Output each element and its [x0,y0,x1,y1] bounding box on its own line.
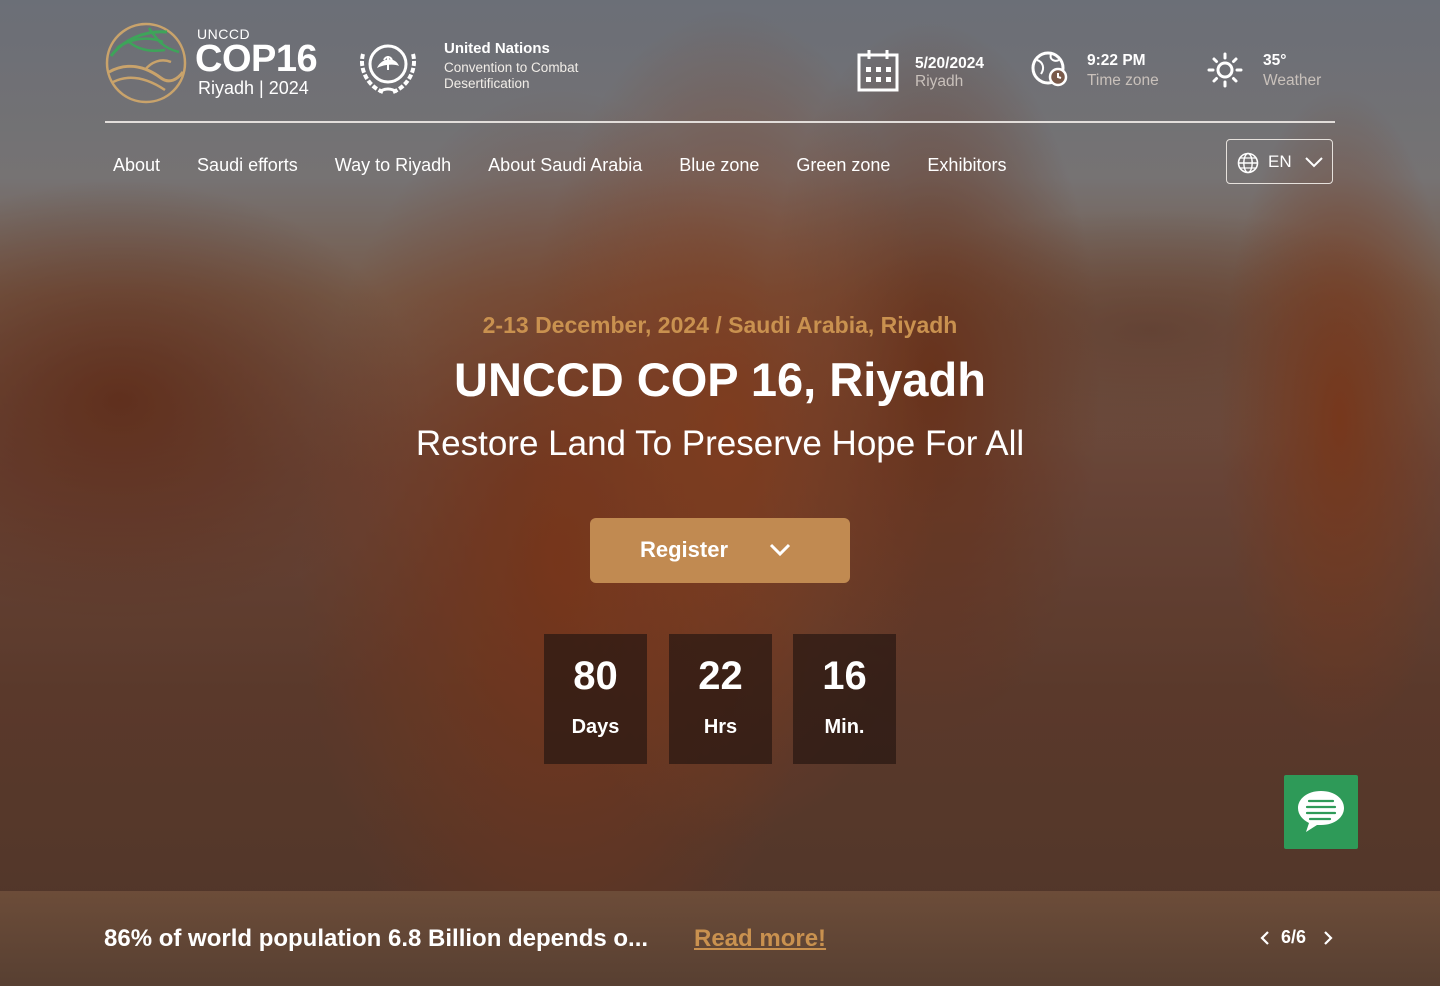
chevron-down-icon [1305,157,1323,168]
countdown-minutes-unit: Min. [824,716,865,738]
un-logo-title: United Nations [444,40,550,57]
un-logo-line2: Desertification [444,76,530,91]
date-location: Riyadh [915,73,964,90]
background-overlay [0,0,1440,986]
cop-logo-name: COP16 [195,38,318,80]
un-logo-line1: Convention to Combat [444,60,579,75]
read-more-link[interactable]: Read more! [694,925,826,953]
countdown-hours-value: 22 [698,654,743,698]
ticker-text: 86% of world population 6.8 Billion depe… [104,925,649,952]
calendar-icon [857,50,899,92]
countdown-hours: 22 Hrs [669,634,772,764]
nav-item-about-saudi-arabia[interactable]: About Saudi Arabia [488,155,642,176]
hero-subtitle: Restore Land To Preserve Hope For All [415,424,1025,463]
language-selector[interactable]: EN [1226,139,1333,184]
cop-logo-city-year: Riyadh | 2024 [198,78,309,98]
countdown-minutes: 16 Min. [793,634,896,764]
countdown-days-unit: Days [571,716,620,738]
nav-item-exhibitors[interactable]: Exhibitors [927,155,1006,176]
un-emblem-icon [360,44,416,94]
clock-globe-icon [1031,51,1068,87]
time-zone-label: Time zone [1087,72,1159,89]
date-value: 5/20/2024 [915,55,984,72]
chat-bubble-icon [1298,791,1344,832]
weather-label: Weather [1263,72,1322,89]
sun-icon [1207,52,1243,88]
countdown-days: 80 Days [544,634,647,764]
chevron-right-icon[interactable] [1322,930,1334,946]
nav-item-way-to-riyadh[interactable]: Way to Riyadh [335,155,451,176]
cop16-emblem-icon [105,22,187,104]
chevron-down-icon [769,543,791,557]
event-date-location: 2-13 December, 2024 / Saudi Arabia, Riya… [482,312,958,338]
cop16-logo[interactable]: UNCCD COP16 Riyadh | 2024 [105,22,325,106]
time-value: 9:22 PM [1087,52,1146,69]
nav-item-saudi-efforts[interactable]: Saudi efforts [197,155,298,176]
main-nav: About Saudi efforts Way to Riyadh About … [113,155,1043,176]
ticker-pager: 6/6 [1281,927,1307,947]
nav-item-about[interactable]: About [113,155,160,176]
chevron-left-icon[interactable] [1259,930,1271,946]
nav-item-green-zone[interactable]: Green zone [796,155,890,176]
header-divider [105,121,1335,123]
nav-item-blue-zone[interactable]: Blue zone [679,155,759,176]
news-ticker: 86% of world population 6.8 Billion depe… [0,891,1440,986]
unccd-logo[interactable]: United Nations Convention to Combat Dese… [355,34,605,98]
globe-icon [1237,152,1259,174]
weather-info: 35° Weather [1207,48,1337,98]
date-info: 5/20/2024 Riyadh [857,48,1007,98]
countdown-days-value: 80 [573,654,618,698]
hero-title: UNCCD COP 16, Riyadh [454,353,986,406]
countdown-hours-unit: Hrs [703,716,738,738]
register-button[interactable]: Register [590,518,850,583]
chat-button[interactable] [1284,775,1358,849]
time-info: 9:22 PM Time zone [1031,48,1181,98]
countdown-minutes-value: 16 [822,654,867,698]
register-label: Register [640,537,729,562]
language-label: EN [1268,152,1292,171]
weather-value: 35° [1263,52,1287,69]
